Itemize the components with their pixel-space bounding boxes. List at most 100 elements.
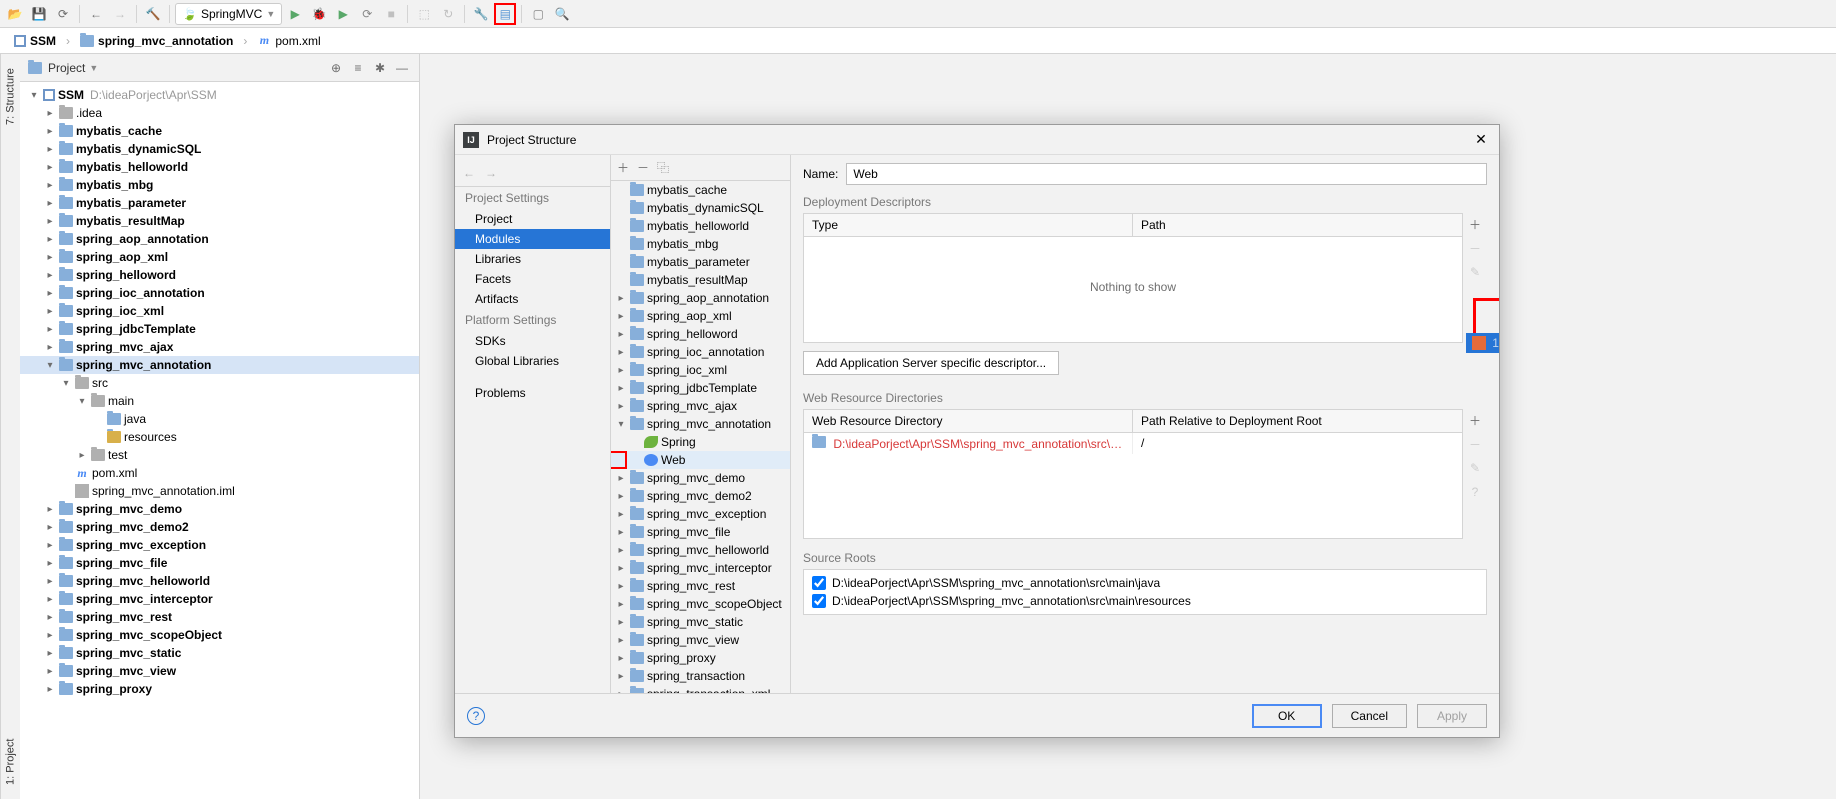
chevron-down-icon[interactable]: ▼ xyxy=(89,63,98,73)
project-structure-icon[interactable]: ▤ xyxy=(494,3,516,25)
tree-item[interactable]: ▸spring_mvc_static xyxy=(20,644,419,662)
coverage-icon[interactable]: ▶ xyxy=(332,3,354,25)
module-tree-item[interactable]: Web xyxy=(611,451,790,469)
tree-item[interactable]: ▸spring_aop_xml xyxy=(20,248,419,266)
module-tree-item[interactable]: ▸spring_helloword xyxy=(611,325,790,343)
remove-icon[interactable]: － xyxy=(1469,433,1481,455)
help-icon[interactable]: ? xyxy=(467,707,485,725)
module-tree-item[interactable]: ▸spring_transaction xyxy=(611,667,790,685)
tree-item[interactable]: ▸mybatis_parameter xyxy=(20,194,419,212)
tasks-icon[interactable]: ▢ xyxy=(527,3,549,25)
tree-item[interactable]: ▸spring_ioc_annotation xyxy=(20,284,419,302)
module-tree-item[interactable]: ▸spring_mvc_ajax xyxy=(611,397,790,415)
tree-item[interactable]: ▸spring_mvc_ajax xyxy=(20,338,419,356)
copy-icon[interactable]: ⿻ xyxy=(657,159,669,176)
module-tree-item[interactable]: mybatis_resultMap xyxy=(611,271,790,289)
nav-sdks[interactable]: SDKs xyxy=(455,331,610,351)
edit-icon[interactable]: ✎ xyxy=(1470,261,1480,283)
update-icon[interactable]: ↻ xyxy=(437,3,459,25)
tab-project[interactable]: 1: Project xyxy=(3,733,19,791)
tree-item[interactable]: ▸spring_helloword xyxy=(20,266,419,284)
source-root-checkbox[interactable] xyxy=(812,594,826,608)
tree-item[interactable]: ▸mybatis_cache xyxy=(20,122,419,140)
tree-item[interactable]: mpom.xml xyxy=(20,464,419,482)
crumb-file[interactable]: m pom.xml xyxy=(251,32,326,50)
add-descriptor-button[interactable]: Add Application Server specific descript… xyxy=(803,351,1059,375)
tree-item[interactable]: ▾spring_mvc_annotation xyxy=(20,356,419,374)
modules-tree[interactable]: mybatis_cachemybatis_dynamicSQLmybatis_h… xyxy=(611,181,790,693)
tree-item[interactable]: ▸mybatis_helloworld xyxy=(20,158,419,176)
module-tree-item[interactable]: ▸spring_mvc_static xyxy=(611,613,790,631)
open-icon[interactable]: 📂 xyxy=(4,3,26,25)
tree-item[interactable]: java xyxy=(20,410,419,428)
module-tree-item[interactable]: mybatis_dynamicSQL xyxy=(611,199,790,217)
ok-button[interactable]: OK xyxy=(1252,704,1322,728)
search-icon[interactable]: 🔍 xyxy=(551,3,573,25)
module-tree-item[interactable]: ▸spring_mvc_demo xyxy=(611,469,790,487)
run-config-selector[interactable]: 🍃 SpringMVC ▼ xyxy=(175,3,282,25)
module-tree-item[interactable]: ▸spring_aop_xml xyxy=(611,307,790,325)
cancel-button[interactable]: Cancel xyxy=(1332,704,1407,728)
source-root-row[interactable]: D:\ideaPorject\Apr\SSM\spring_mvc_annota… xyxy=(812,592,1478,610)
module-tree-item[interactable]: ▸spring_mvc_helloworld xyxy=(611,541,790,559)
module-tree-item[interactable]: mybatis_helloworld xyxy=(611,217,790,235)
add-webxml-menu-item[interactable]: 1 web.xml xyxy=(1466,333,1499,353)
tree-item[interactable]: ▾src xyxy=(20,374,419,392)
tree-item[interactable]: ▸spring_mvc_interceptor xyxy=(20,590,419,608)
module-tree-item[interactable]: ▸spring_mvc_demo2 xyxy=(611,487,790,505)
save-icon[interactable]: 💾 xyxy=(28,3,50,25)
nav-project[interactable]: Project xyxy=(455,209,610,229)
expand-icon[interactable]: ≡ xyxy=(349,59,367,77)
module-tree-item[interactable]: ▸spring_mvc_scopeObject xyxy=(611,595,790,613)
tree-item[interactable]: ▸spring_proxy xyxy=(20,680,419,698)
nav-global-libs[interactable]: Global Libraries xyxy=(455,351,610,371)
module-tree-item[interactable]: ▸spring_mvc_exception xyxy=(611,505,790,523)
module-tree-item[interactable]: ▸spring_transaction_xml xyxy=(611,685,790,693)
module-tree-item[interactable]: ▾spring_mvc_annotation xyxy=(611,415,790,433)
remove-icon[interactable]: － xyxy=(637,159,649,176)
tree-item[interactable]: ▸.idea xyxy=(20,104,419,122)
tree-item[interactable]: ▸mybatis_resultMap xyxy=(20,212,419,230)
project-tree[interactable]: ▾SSMD:\ideaPorject\Apr\SSM▸.idea▸mybatis… xyxy=(20,82,419,799)
tree-item[interactable]: spring_mvc_annotation.iml xyxy=(20,482,419,500)
back-icon[interactable]: ← xyxy=(85,3,107,25)
debug-icon[interactable]: 🐞 xyxy=(308,3,330,25)
tree-item[interactable]: ▸spring_mvc_rest xyxy=(20,608,419,626)
module-tree-item[interactable]: ▸spring_mvc_file xyxy=(611,523,790,541)
tree-item[interactable]: ▸spring_aop_annotation xyxy=(20,230,419,248)
add-icon[interactable]: ＋ xyxy=(1469,409,1481,431)
tree-item[interactable]: ▸spring_mvc_demo2 xyxy=(20,518,419,536)
webres-row[interactable]: D:\ideaPorject\Apr\SSM\spring_mvc_annota… xyxy=(804,433,1462,454)
module-tree-item[interactable]: ▸spring_ioc_xml xyxy=(611,361,790,379)
tab-structure[interactable]: 7: Structure xyxy=(3,62,19,131)
stop-icon[interactable]: ■ xyxy=(380,3,402,25)
tree-item[interactable]: ▸test xyxy=(20,446,419,464)
module-tree-item[interactable]: ▸spring_ioc_annotation xyxy=(611,343,790,361)
tree-item[interactable]: resources xyxy=(20,428,419,446)
source-root-checkbox[interactable] xyxy=(812,576,826,590)
module-tree-item[interactable]: ▸spring_proxy xyxy=(611,649,790,667)
gear-icon[interactable]: ✱ xyxy=(371,59,389,77)
source-root-row[interactable]: D:\ideaPorject\Apr\SSM\spring_mvc_annota… xyxy=(812,574,1478,592)
tree-item[interactable]: ▸spring_mvc_demo xyxy=(20,500,419,518)
name-input[interactable] xyxy=(846,163,1487,185)
module-tree-item[interactable]: ▸spring_mvc_interceptor xyxy=(611,559,790,577)
tree-item[interactable]: ▾SSMD:\ideaPorject\Apr\SSM xyxy=(20,86,419,104)
close-icon[interactable]: ✕ xyxy=(1471,130,1491,150)
collapse-icon[interactable]: — xyxy=(393,59,411,77)
apply-button[interactable]: Apply xyxy=(1417,704,1487,728)
locate-icon[interactable]: ⊕ xyxy=(327,59,345,77)
remove-icon[interactable]: － xyxy=(1469,237,1481,259)
tree-item[interactable]: ▸spring_mvc_scopeObject xyxy=(20,626,419,644)
module-tree-item[interactable]: mybatis_parameter xyxy=(611,253,790,271)
wrench-icon[interactable]: 🔧 xyxy=(470,3,492,25)
module-tree-item[interactable]: ▸spring_aop_annotation xyxy=(611,289,790,307)
nav-artifacts[interactable]: Artifacts xyxy=(455,289,610,309)
nav-libraries[interactable]: Libraries xyxy=(455,249,610,269)
module-tree-item[interactable]: ▸spring_jdbcTemplate xyxy=(611,379,790,397)
forward-icon[interactable]: → xyxy=(485,166,497,180)
nav-problems[interactable]: Problems xyxy=(455,383,610,403)
tree-item[interactable]: ▸spring_ioc_xml xyxy=(20,302,419,320)
crumb-module[interactable]: spring_mvc_annotation xyxy=(74,32,239,50)
module-tree-item[interactable]: Spring xyxy=(611,433,790,451)
